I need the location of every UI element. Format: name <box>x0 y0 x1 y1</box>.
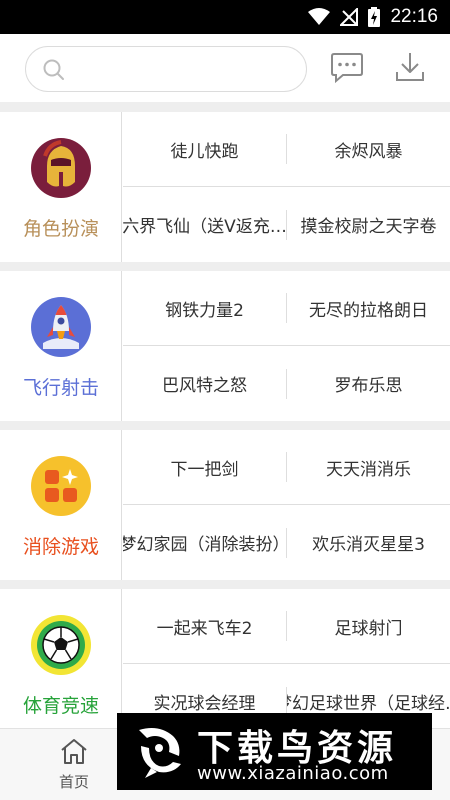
game-link[interactable]: 钢铁力量2 <box>123 271 286 345</box>
category-role-play[interactable]: 角色扮演 <box>0 112 122 262</box>
signal-off-icon <box>340 8 359 26</box>
nav-home-label: 首页 <box>58 773 89 791</box>
game-link[interactable]: 徒儿快跑 <box>123 112 286 186</box>
battery-charging-icon <box>368 7 381 27</box>
nav-home[interactable]: 首页 <box>44 737 104 797</box>
category-section: 消除游戏 下一把剑 天天消消乐 梦幻家园（消除装扮） 欢乐消灭星星3 <box>0 430 450 580</box>
game-link[interactable]: 罗布乐思 <box>287 346 450 421</box>
rocket-icon <box>31 297 91 357</box>
category-flying-shooter[interactable]: 飞行射击 <box>0 271 122 421</box>
download-button[interactable] <box>393 50 427 84</box>
spartan-helmet-icon <box>31 138 91 198</box>
category-label: 体育竞速 <box>22 695 99 717</box>
bird-logo-icon <box>129 722 187 780</box>
game-link[interactable]: 欢乐消灭星星3 <box>287 505 450 580</box>
game-link[interactable]: 足球射门 <box>287 589 450 663</box>
game-link[interactable]: 巴风特之怒 <box>123 346 286 421</box>
category-label: 角色扮演 <box>22 218 99 240</box>
game-link[interactable]: 一起来飞车2 <box>123 589 286 663</box>
category-sports-racing[interactable]: 体育竞速 <box>0 589 122 739</box>
game-link[interactable]: 余烬风暴 <box>287 112 450 186</box>
category-label: 消除游戏 <box>22 536 99 558</box>
game-link[interactable]: 天天消消乐 <box>287 430 450 504</box>
category-section: 角色扮演 徒儿快跑 余烬风暴 六界飞仙（送V返充… 摸金校尉之天字卷 <box>0 112 450 262</box>
chat-bubble-icon <box>330 53 364 88</box>
blocks-icon <box>31 456 91 516</box>
search-icon <box>42 58 66 86</box>
category-section: 飞行射击 钢铁力量2 无尽的拉格朗日 巴风特之怒 罗布乐思 <box>0 271 450 421</box>
download-icon <box>393 53 427 88</box>
search-input[interactable] <box>25 46 307 92</box>
category-label: 飞行射击 <box>22 377 99 399</box>
status-bar: 22:16 <box>0 0 450 34</box>
game-link[interactable]: 下一把剑 <box>123 430 286 504</box>
wifi-icon <box>308 8 331 26</box>
soccer-ball-icon <box>31 615 91 675</box>
game-link[interactable]: 无尽的拉格朗日 <box>287 271 450 345</box>
game-link[interactable]: 摸金校尉之天字卷 <box>287 187 450 262</box>
home-icon <box>59 739 89 769</box>
message-button[interactable] <box>330 52 364 84</box>
watermark: 下载鸟资源 www.xiazainiao.com <box>117 713 432 790</box>
watermark-url: www.xiazainiao.com <box>197 763 389 784</box>
status-time: 22:16 <box>390 6 438 27</box>
top-bar <box>0 34 450 102</box>
game-link[interactable]: 六界飞仙（送V返充… <box>123 187 286 262</box>
category-elimination[interactable]: 消除游戏 <box>0 430 122 580</box>
game-link[interactable]: 梦幻家园（消除装扮） <box>123 505 286 580</box>
